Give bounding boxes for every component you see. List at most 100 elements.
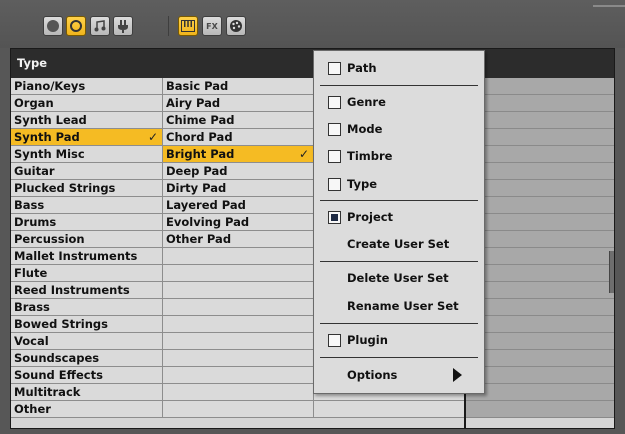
- empty-cell[interactable]: [466, 384, 614, 401]
- keyboard-icon: [181, 20, 195, 32]
- subtype-list-item[interactable]: Airy Pad: [163, 95, 314, 112]
- loops-filter-button[interactable]: [90, 16, 110, 36]
- empty-cell[interactable]: [466, 333, 614, 350]
- menu-item-path[interactable]: Path: [314, 56, 484, 80]
- scrollbar-handle[interactable]: [609, 251, 614, 293]
- effects-tab-button[interactable]: FX: [202, 16, 222, 36]
- genre-checkbox[interactable]: [328, 95, 341, 109]
- instrument-filter-button[interactable]: [43, 16, 63, 36]
- menu-item-type[interactable]: Type: [314, 172, 484, 196]
- subtype-list-item[interactable]: Layered Pad: [163, 197, 314, 214]
- empty-cell[interactable]: [466, 163, 614, 180]
- type-list-item[interactable]: Piano/Keys: [11, 78, 163, 95]
- type-checkbox[interactable]: [328, 177, 341, 191]
- empty-cell[interactable]: [163, 316, 314, 333]
- type-list-item[interactable]: Bass: [11, 197, 163, 214]
- type-list-item[interactable]: Vocal: [11, 333, 163, 350]
- type-list-item[interactable]: Plucked Strings: [11, 180, 163, 197]
- subtype-list-item[interactable]: Dirty Pad: [163, 180, 314, 197]
- menu-item-delete-user-set[interactable]: Delete User Set: [314, 266, 484, 290]
- empty-cell[interactable]: [163, 265, 314, 282]
- type-list-item[interactable]: Synth Pad ✓: [11, 129, 163, 146]
- plugin-checkbox[interactable]: [328, 333, 341, 347]
- type-list-item[interactable]: Bowed Strings: [11, 316, 163, 333]
- path-checkbox[interactable]: [328, 61, 341, 75]
- cell-label: Reed Instruments: [14, 283, 130, 297]
- samples-tab-button[interactable]: [226, 16, 246, 36]
- type-list-item[interactable]: Other: [11, 401, 163, 418]
- mode-checkbox[interactable]: [328, 122, 341, 136]
- menu-item-create-user-set[interactable]: Create User Set: [314, 232, 484, 256]
- cell-label: Chime Pad: [166, 113, 235, 127]
- menu-item-options[interactable]: Options: [314, 363, 484, 387]
- empty-cell[interactable]: [466, 95, 614, 112]
- browser-toolbar: FX: [0, 0, 625, 48]
- type-list-item[interactable]: Soundscapes: [11, 350, 163, 367]
- empty-cell[interactable]: [314, 401, 465, 418]
- empty-cell[interactable]: [163, 384, 314, 401]
- empty-cell[interactable]: [163, 350, 314, 367]
- cell-label: Synth Lead: [14, 113, 87, 127]
- type-list-item[interactable]: Flute: [11, 265, 163, 282]
- menu-item-project[interactable]: Project: [314, 205, 484, 229]
- type-list-item[interactable]: Guitar: [11, 163, 163, 180]
- empty-cell[interactable]: [466, 350, 614, 367]
- instrument-ring-button[interactable]: [66, 16, 86, 36]
- menu-item-rename-user-set[interactable]: Rename User Set: [314, 294, 484, 318]
- cell-label: Airy Pad: [166, 96, 221, 110]
- toolbar-separator: [168, 16, 169, 36]
- menu-item-mode[interactable]: Mode: [314, 117, 484, 141]
- empty-cell[interactable]: [163, 333, 314, 350]
- empty-cell[interactable]: [466, 129, 614, 146]
- type-list-item[interactable]: Multitrack: [11, 384, 163, 401]
- menu-item-plugin[interactable]: Plugin: [314, 328, 484, 352]
- empty-cell[interactable]: [466, 78, 614, 95]
- timbre-checkbox[interactable]: [328, 149, 341, 163]
- empty-cell[interactable]: [466, 146, 614, 163]
- empty-cell[interactable]: [466, 367, 614, 384]
- menu-item-genre[interactable]: Genre: [314, 90, 484, 114]
- subtype-list-item[interactable]: Chord Pad: [163, 129, 314, 146]
- subtype-list-item[interactable]: Other Pad: [163, 231, 314, 248]
- type-list-item[interactable]: Percussion: [11, 231, 163, 248]
- cell-label: Other: [14, 402, 51, 416]
- type-list-item[interactable]: Reed Instruments: [11, 282, 163, 299]
- empty-cell[interactable]: [466, 180, 614, 197]
- subtype-list-item[interactable]: Chime Pad: [163, 112, 314, 129]
- empty-cell[interactable]: [466, 282, 614, 299]
- type-list-item[interactable]: Sound Effects: [11, 367, 163, 384]
- cell-label: Percussion: [14, 232, 85, 246]
- window-grip: [593, 5, 625, 7]
- menu-separator: [320, 85, 478, 86]
- empty-cell[interactable]: [466, 231, 614, 248]
- menu-item-timbre[interactable]: Timbre: [314, 144, 484, 168]
- empty-cell[interactable]: [466, 401, 614, 418]
- type-list-item[interactable]: Brass: [11, 299, 163, 316]
- subtype-list-item[interactable]: Bright Pad ✓: [163, 146, 314, 163]
- empty-cell[interactable]: [466, 316, 614, 333]
- empty-cell[interactable]: [466, 197, 614, 214]
- empty-cell[interactable]: [466, 112, 614, 129]
- empty-cell[interactable]: [163, 367, 314, 384]
- project-checkbox[interactable]: [328, 210, 341, 224]
- instruments-tab-button[interactable]: [178, 16, 198, 36]
- type-list-item[interactable]: Organ: [11, 95, 163, 112]
- empty-cell[interactable]: [466, 265, 614, 282]
- empty-cell[interactable]: [466, 248, 614, 265]
- type-list-item[interactable]: Mallet Instruments: [11, 248, 163, 265]
- empty-cell[interactable]: [466, 214, 614, 231]
- cell-label: Chord Pad: [166, 130, 233, 144]
- subtype-list-item[interactable]: Deep Pad: [163, 163, 314, 180]
- menu-item-label: Create User Set: [347, 237, 450, 251]
- subtype-list-item[interactable]: Basic Pad: [163, 78, 314, 95]
- type-list-item[interactable]: Synth Misc: [11, 146, 163, 163]
- plugin-filter-button[interactable]: [113, 16, 133, 36]
- subtype-list-item[interactable]: Evolving Pad: [163, 214, 314, 231]
- empty-cell[interactable]: [163, 401, 314, 418]
- type-list-item[interactable]: Synth Lead: [11, 112, 163, 129]
- empty-cell[interactable]: [466, 299, 614, 316]
- empty-cell[interactable]: [163, 299, 314, 316]
- empty-cell[interactable]: [163, 282, 314, 299]
- type-list-item[interactable]: Drums: [11, 214, 163, 231]
- empty-cell[interactable]: [163, 248, 314, 265]
